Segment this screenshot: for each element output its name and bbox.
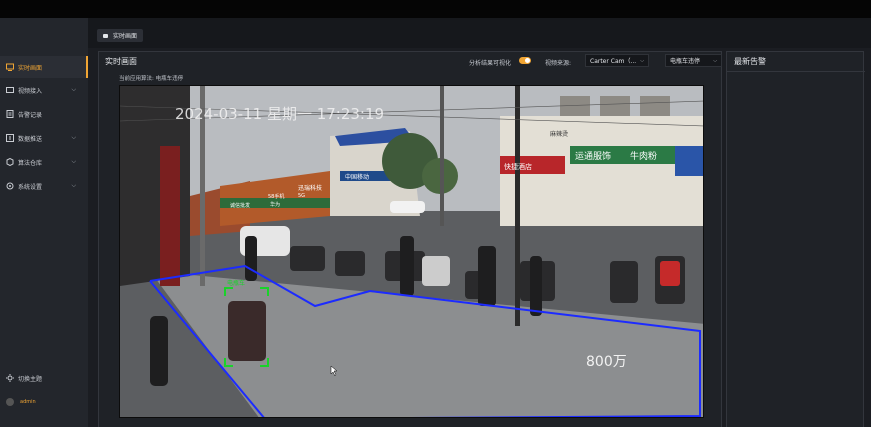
sidebar-item-algorithm-store[interactable]: 算法仓库 ⌵ [0,151,88,173]
sidebar-item-video-access[interactable]: 视频接入 ⌵ [0,79,88,101]
blue-shop-sign [675,146,703,176]
realtime-panel: 实时画面 分析结果可视化 视频来源: Carter Cam（... ⌵ 电瓶车违… [98,51,722,427]
red-scooter [660,261,680,286]
tab-label: 实时画面 [113,33,138,40]
shop-sign: 华为 [270,201,280,208]
video-timestamp: 2024-03-11 星期一 17:23:19 [175,105,384,123]
window [640,96,670,116]
sidebar-item-realtime[interactable]: 实时画面 [0,56,88,78]
alerts-title: 最新告警 [734,57,766,66]
sidebar-item-label: 告警记录 [18,111,43,119]
sidebar-item-system-settings[interactable]: 系统设置 ⌵ [0,175,88,197]
car [390,201,425,213]
sidebar-item-data-push[interactable]: 数据推送 ⌵ [0,127,88,149]
panel-title: 实时画面 [105,57,137,66]
detected-ebike [228,301,266,361]
sidebar-item-label: 系统设置 [18,183,43,191]
chevron-down-icon: ⌵ [71,182,76,189]
white-scooter [422,256,450,286]
sidebar-item-label: 数据推送 [18,135,43,143]
chevron-down-icon: ⌵ [640,57,644,64]
alert-list-icon [6,110,14,118]
chevron-down-icon: ⌵ [71,134,76,141]
sun-icon [6,374,14,382]
algorithm-select[interactable]: 电瓶车违停 ⌵ [665,54,722,67]
shop-sign: 快捷酒店 [504,162,532,171]
data-push-icon [6,134,14,142]
sidebar: 实时画面 视频接入 ⌵ 告警记录 数据推送 ⌵ 算法仓库 ⌵ 系统设置 ⌵ 切换… [0,18,88,427]
theme-switch[interactable]: 切换主题 [0,369,88,387]
toggle-knob [525,58,530,63]
user-menu[interactable]: admin [0,393,88,411]
sidebar-item-label: 算法仓库 [18,159,43,167]
tab-realtime[interactable]: 实时画面 [97,29,144,42]
window [600,96,630,116]
video-source-value: Carter Cam（... [590,58,637,65]
chevron-down-icon: ⌵ [71,86,76,93]
detection-label: 电瓶车 [227,279,245,287]
current-algorithm-text: 当前应用算法: 电瓶车违停 [119,76,184,82]
video-icon [6,86,14,94]
chevron-down-icon: ⌵ [71,158,76,165]
theme-switch-label: 切换主题 [18,375,43,383]
shop-sign: 5G [298,193,305,199]
sidebar-item-label: 视频接入 [18,87,43,95]
shop-sign: 牛肉粉 [630,150,657,162]
camera-icon [103,33,108,38]
shop-sign: 58手机 [268,193,284,200]
algorithm-icon [6,158,14,166]
left-pillar [160,146,180,286]
latest-alerts-panel: 最新告警 [726,51,865,427]
sidebar-item-alarm-records[interactable]: 告警记录 [0,103,88,125]
monitor-icon [6,63,14,71]
avatar [6,398,14,406]
top-bar [0,0,871,18]
utility-pole [440,86,444,226]
shop-sign: 中国移动 [345,173,369,181]
video-source-label: 视频来源: [545,60,572,67]
visualization-toggle-label: 分析结果可视化 [469,60,512,67]
username: admin [20,399,36,405]
utility-pole [515,86,520,326]
video-watermark: 800万 [586,354,627,370]
shop-sign: 运通服饰 [575,150,611,162]
shop-sign: 麻辣烫 [550,130,568,138]
tab-bar: 实时画面 [88,18,871,48]
visualization-toggle[interactable] [519,57,531,64]
shop-sign: 诚信批发 [230,202,250,209]
divider [727,71,865,72]
gear-icon [6,182,14,190]
video-frame: 电瓶车 2024-03-11 星期一 17:23:19 800万 迅瑞科技 58… [120,86,703,417]
algorithm-select-value: 电瓶车违停 [670,58,701,65]
content-area: 实时画面 实时画面 分析结果可视化 视频来源: Carter Cam（... ⌵… [88,18,871,427]
sidebar-item-label: 实时画面 [18,64,43,72]
shop-sign: 迅瑞科技 [298,184,322,192]
video-feed[interactable]: 电瓶车 2024-03-11 星期一 17:23:19 800万 迅瑞科技 58… [119,85,704,418]
chevron-down-icon: ⌵ [713,57,717,64]
video-source-select[interactable]: Carter Cam（... ⌵ [585,54,649,67]
